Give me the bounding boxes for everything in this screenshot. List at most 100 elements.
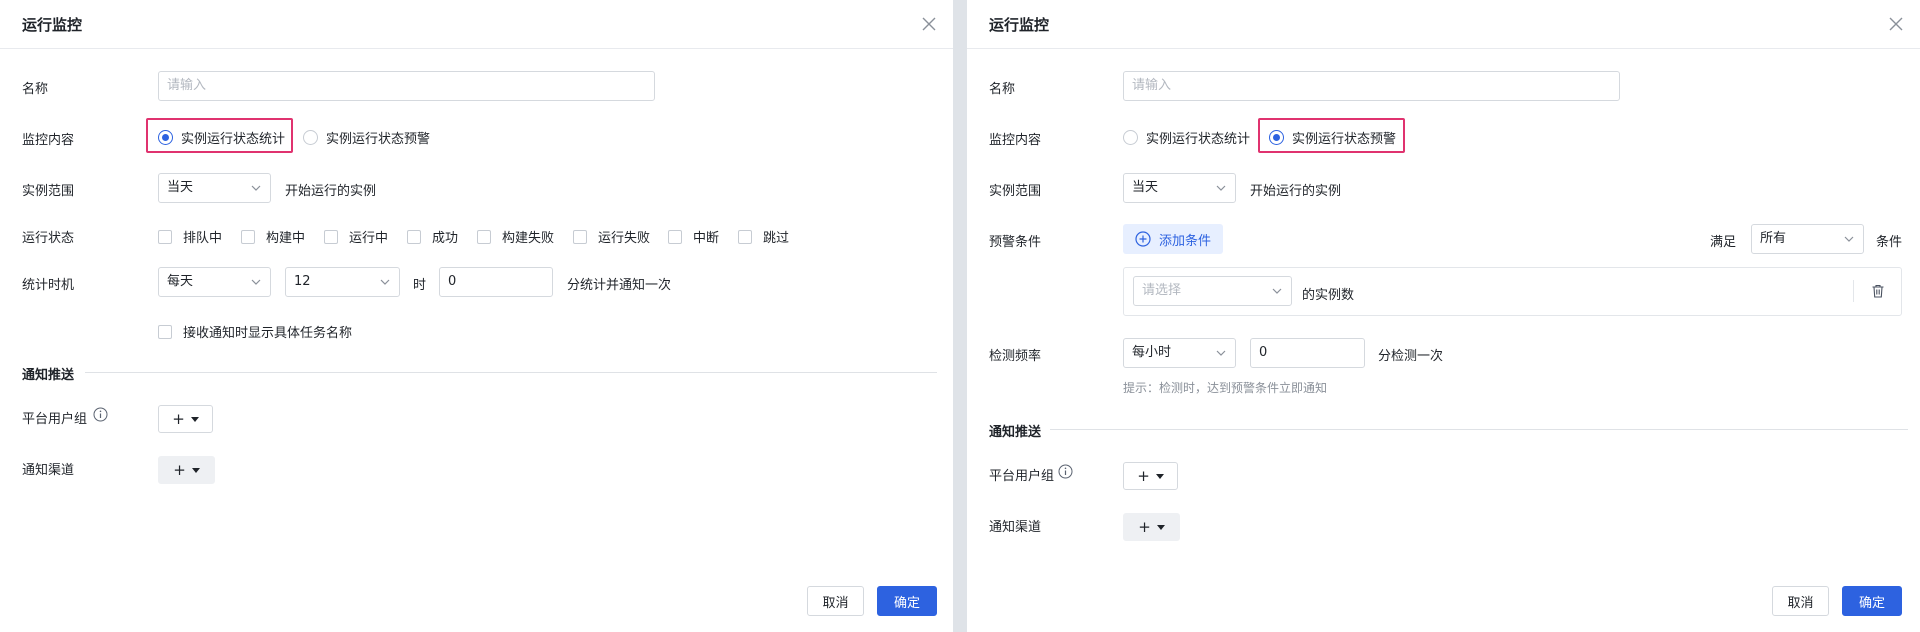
dialog-title: 运行监控 [989, 16, 1050, 34]
timing-freq-select[interactable]: 每天 [158, 267, 271, 297]
scope-select[interactable]: 当天 [158, 173, 271, 203]
scope-label: 实例范围 [22, 184, 75, 199]
chevron-down-icon [251, 279, 261, 285]
radio-stats-label: 实例运行状态统计 [1146, 132, 1251, 147]
radio-stats-label: 实例运行状态统计 [181, 132, 286, 147]
radio-alert[interactable]: 实例运行状态预警 [1269, 128, 1396, 147]
channel-label: 通知渠道 [22, 463, 75, 478]
plus-circle-icon [1135, 231, 1151, 247]
satisfy-label: 满足 [1710, 235, 1737, 250]
condition-label: 预警条件 [989, 235, 1042, 250]
user-group-label: 平台用户组 [989, 469, 1055, 484]
checkbox-box [241, 229, 255, 244]
content-label: 监控内容 [22, 133, 75, 148]
add-channel-button[interactable]: + [158, 456, 215, 484]
checkbox-box [738, 229, 752, 244]
plus-icon: + [172, 410, 185, 428]
radio-circle-checked [1269, 130, 1284, 145]
plus-icon: + [173, 461, 186, 479]
condition-separator [1853, 280, 1854, 302]
caret-down-icon [1156, 524, 1165, 530]
condition-select[interactable]: 请选择 [1133, 276, 1292, 306]
radio-alert-label: 实例运行状态预警 [326, 132, 431, 147]
section-divider [85, 372, 937, 373]
trash-icon[interactable] [1870, 283, 1886, 299]
timing-suffix: 分统计并通知一次 [567, 278, 672, 293]
close-icon[interactable] [1886, 14, 1906, 34]
info-icon[interactable] [1058, 464, 1073, 479]
cancel-button[interactable]: 取消 [1772, 586, 1829, 616]
checkbox-label: 跳过 [763, 231, 790, 246]
dialog-header: 运行监控 [0, 0, 953, 49]
plus-icon: + [1138, 518, 1151, 536]
caret-down-icon [191, 467, 200, 473]
checkbox-status[interactable]: 成功 [407, 227, 458, 246]
checkbox-label: 构建中 [266, 231, 306, 246]
checkbox-status[interactable]: 中断 [668, 227, 719, 246]
checkbox-label: 成功 [432, 231, 459, 246]
channel-label: 通知渠道 [989, 520, 1042, 535]
close-icon[interactable] [919, 14, 939, 34]
checkbox-status[interactable]: 运行中 [324, 227, 388, 246]
notify-section-title: 通知推送 [22, 368, 75, 383]
freq-minute-input[interactable]: 0 [1250, 338, 1365, 368]
monitor-dialog-alert: 运行监控 名称 请输入 监控内容 实例运行状态统计 实例运行状态预警 实例范围 … [967, 0, 1920, 632]
confirm-button[interactable]: 确定 [1842, 586, 1902, 616]
name-input[interactable]: 请输入 [1123, 71, 1620, 101]
hour-unit: 时 [413, 278, 427, 293]
scope-label: 实例范围 [989, 184, 1042, 199]
info-icon[interactable] [93, 407, 108, 422]
chevron-down-icon [1216, 185, 1226, 191]
content-label: 监控内容 [989, 133, 1042, 148]
condition-suffix: 条件 [1876, 235, 1903, 250]
notify-section-title: 通知推送 [989, 425, 1042, 440]
checkbox-status[interactable]: 构建中 [241, 227, 305, 246]
radio-stats[interactable]: 实例运行状态统计 [158, 128, 285, 147]
satisfy-select-value: 所有 [1760, 231, 1787, 246]
checkbox-status[interactable]: 排队中 [158, 227, 222, 246]
name-input[interactable]: 请输入 [158, 71, 655, 101]
plus-icon: + [1137, 467, 1150, 485]
radio-alert-label: 实例运行状态预警 [1292, 132, 1397, 147]
chevron-down-icon [380, 279, 390, 285]
add-user-group-button[interactable]: + [1123, 462, 1178, 490]
checkbox-box [324, 229, 338, 244]
user-group-label: 平台用户组 [22, 412, 88, 427]
timing-freq-value: 每天 [167, 274, 194, 289]
checkbox-box [407, 229, 421, 244]
chevron-down-icon [251, 185, 261, 191]
scope-select[interactable]: 当天 [1123, 173, 1236, 203]
cancel-button[interactable]: 取消 [807, 586, 864, 616]
timing-hour-select[interactable]: 12 [285, 267, 400, 297]
radio-stats[interactable]: 实例运行状态统计 [1123, 128, 1250, 147]
name-label: 名称 [989, 82, 1016, 97]
freq-label: 检测频率 [989, 349, 1042, 364]
timing-label: 统计时机 [22, 278, 75, 293]
satisfy-select[interactable]: 所有 [1751, 224, 1864, 254]
checkbox-label: 运行失败 [598, 231, 651, 246]
checkbox-label: 构建失败 [502, 231, 555, 246]
checkbox-status[interactable]: 构建失败 [477, 227, 554, 246]
checkbox-box [158, 324, 172, 339]
add-condition-button[interactable]: 添加条件 [1123, 224, 1224, 254]
caret-down-icon [190, 416, 199, 422]
radio-alert[interactable]: 实例运行状态预警 [303, 128, 430, 147]
chevron-down-icon [1844, 236, 1854, 242]
checkbox-box [573, 229, 587, 244]
dialog-header: 运行监控 [967, 0, 1920, 49]
checkbox-status[interactable]: 运行失败 [573, 227, 650, 246]
checkbox-box [158, 229, 172, 244]
chevron-down-icon [1272, 288, 1282, 294]
freq-select-value: 每小时 [1132, 345, 1172, 360]
checkbox-status[interactable]: 跳过 [738, 227, 789, 246]
checkbox-label: 接收通知时显示具体任务名称 [183, 326, 353, 341]
freq-hint: 提示：检测时，达到预警条件立即通知 [1123, 381, 1328, 395]
panel-gap [953, 0, 967, 632]
checkbox-label: 排队中 [183, 231, 223, 246]
timing-minute-input[interactable]: 0 [439, 267, 553, 297]
add-channel-button[interactable]: + [1123, 513, 1180, 541]
confirm-button[interactable]: 确定 [877, 586, 937, 616]
add-user-group-button[interactable]: + [158, 405, 213, 433]
checkbox-show-task-name[interactable]: 接收通知时显示具体任务名称 [158, 322, 352, 341]
freq-select[interactable]: 每小时 [1123, 338, 1236, 368]
